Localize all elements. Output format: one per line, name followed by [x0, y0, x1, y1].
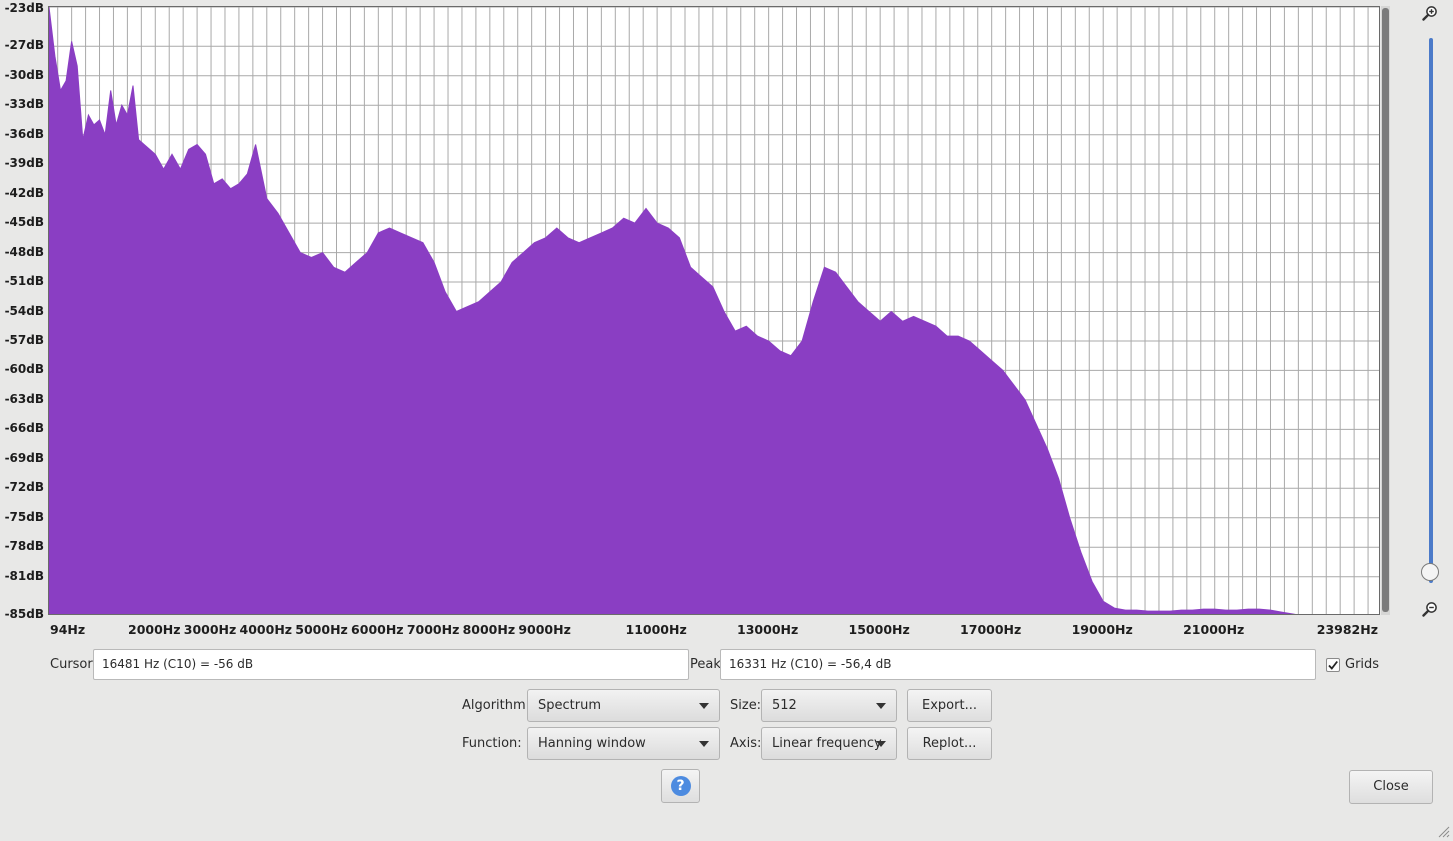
chevron-down-icon	[876, 703, 886, 709]
chevron-down-icon	[699, 703, 709, 709]
close-button[interactable]: Close	[1349, 770, 1433, 804]
y-tick-label: -27dB	[4, 38, 44, 53]
y-tick-label: -63dB	[4, 391, 44, 406]
y-tick-label: -75dB	[4, 509, 44, 524]
size-label: Size:	[730, 698, 762, 713]
x-tick-label: 4000Hz	[239, 622, 293, 637]
algorithm-value: Spectrum	[538, 698, 601, 713]
zoom-slider-track[interactable]	[1429, 38, 1433, 583]
axis-label: Axis:	[730, 736, 762, 751]
algorithm-label: Algorithm:	[462, 698, 531, 713]
function-select[interactable]: Hanning window	[527, 727, 720, 760]
hz-axis: 94Hz 2000Hz 3000Hz 4000Hz 5000Hz 6000Hz 7000Hz…	[48, 616, 1388, 642]
export-button[interactable]: Export...	[907, 689, 992, 722]
y-tick-label: -60dB	[4, 362, 44, 377]
checkmark-icon	[1328, 660, 1338, 670]
chevron-down-icon	[876, 741, 886, 747]
peak-field[interactable]: 16331 Hz (C10) = -56,4 dB	[720, 649, 1316, 680]
y-tick-label: -23dB	[4, 1, 44, 15]
x-tick-label: 7000Hz	[406, 622, 460, 637]
vertical-scrollbar[interactable]	[1381, 6, 1390, 615]
y-tick-label: -42dB	[4, 185, 44, 200]
cursor-field[interactable]: 16481 Hz (C10) = -56 dB	[93, 649, 689, 680]
x-tick-label: 13000Hz	[737, 622, 799, 637]
grids-label: Grids	[1345, 657, 1380, 672]
scrollbar-thumb[interactable]	[1382, 8, 1389, 612]
zoom-out-icon[interactable]	[1422, 601, 1438, 617]
help-button[interactable]: ?	[661, 769, 700, 803]
y-tick-label: -66dB	[4, 421, 44, 436]
db-axis: -23dB -27dB -30dB -33dB -36dB -39dB -42dB -45dB…	[0, 0, 46, 621]
x-tick-label: 15000Hz	[848, 622, 910, 637]
x-tick-label: 11000Hz	[625, 622, 687, 637]
chevron-down-icon	[699, 741, 709, 747]
help-icon: ?	[670, 776, 691, 796]
cursor-label: Cursor:	[50, 657, 97, 672]
x-tick-label: 6000Hz	[351, 622, 404, 637]
x-tick-label: 23982Hz	[1316, 622, 1378, 637]
x-tick-label: 17000Hz	[960, 622, 1022, 637]
x-tick-label: 5000Hz	[295, 622, 348, 637]
y-tick-label: -45dB	[4, 215, 44, 230]
spectrum-plot[interactable]	[48, 6, 1380, 615]
y-tick-label: -54dB	[4, 303, 44, 318]
grids-checkbox[interactable]	[1326, 658, 1340, 672]
x-tick-label: 3000Hz	[183, 622, 237, 637]
function-label: Function:	[462, 736, 522, 751]
y-tick-label: -69dB	[4, 450, 44, 465]
size-select[interactable]: 512	[761, 689, 897, 722]
y-tick-label: -39dB	[4, 156, 44, 171]
algorithm-select[interactable]: Spectrum	[527, 689, 720, 722]
y-tick-label: -72dB	[4, 480, 44, 495]
y-tick-label: -81dB	[4, 568, 44, 583]
y-tick-label: -51dB	[4, 274, 44, 289]
x-tick-label: 2000Hz	[128, 622, 181, 637]
axis-select[interactable]: Linear frequency	[761, 727, 897, 760]
resize-grip-icon[interactable]	[1436, 824, 1450, 838]
zoom-in-icon[interactable]	[1422, 5, 1438, 21]
x-tick-label: 19000Hz	[1071, 622, 1133, 637]
x-tick-label: 9000Hz	[518, 622, 571, 637]
x-tick-label: 8000Hz	[462, 622, 516, 637]
y-tick-label: -33dB	[4, 97, 44, 112]
spectrum-chart	[49, 7, 1379, 614]
size-value: 512	[772, 698, 797, 713]
x-tick-label: 94Hz	[50, 622, 86, 637]
replot-button[interactable]: Replot...	[907, 727, 992, 760]
zoom-slider-knob[interactable]	[1421, 563, 1439, 582]
y-tick-label: -36dB	[4, 126, 44, 141]
y-tick-label: -48dB	[4, 244, 44, 259]
y-tick-label: -57dB	[4, 332, 44, 347]
y-tick-label: -85dB	[4, 607, 44, 621]
y-tick-label: -78dB	[4, 539, 44, 554]
axis-value: Linear frequency	[772, 736, 882, 751]
x-tick-label: 21000Hz	[1183, 622, 1245, 637]
y-tick-label: -30dB	[4, 67, 44, 82]
function-value: Hanning window	[538, 736, 646, 751]
